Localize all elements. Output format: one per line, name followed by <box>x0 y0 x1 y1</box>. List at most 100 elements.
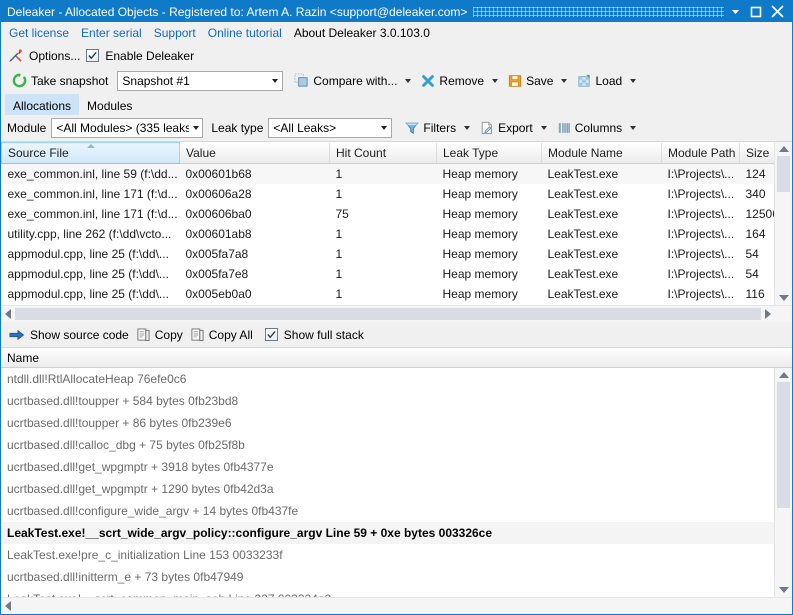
scroll-left-icon[interactable] <box>5 601 11 611</box>
tab-modules[interactable]: Modules <box>79 94 140 115</box>
scroll-right-icon[interactable] <box>765 309 771 319</box>
enter-serial-link[interactable]: Enter serial <box>81 26 142 40</box>
chevron-down-icon[interactable] <box>630 126 636 130</box>
table-row[interactable]: appmodul.cpp, line 25 (f:\dd\... 0x005eb… <box>2 284 775 304</box>
show-full-stack-checkbox[interactable] <box>265 328 278 341</box>
list-item[interactable]: ntdll.dll!RtlAllocateHeap 76efe0c6 <box>1 368 774 390</box>
cell-module-name: LeakTest.exe <box>542 284 662 304</box>
chevron-down-icon[interactable] <box>377 126 391 130</box>
sort-ascending-icon <box>87 144 95 148</box>
support-link[interactable]: Support <box>154 26 196 40</box>
grid-vertical-scrollbar[interactable] <box>774 142 792 305</box>
online-tutorial-link[interactable]: Online tutorial <box>208 26 282 40</box>
column-header-module-path-label: Module Path <box>668 146 735 160</box>
list-item[interactable]: LeakTest.exe!__scrt_common_main_seh Line… <box>1 588 774 597</box>
table-row[interactable]: exe_common.inl, line 171 (f:\d... 0x0060… <box>2 204 775 224</box>
leak-type-filter-select[interactable]: <All Leaks> <box>268 118 392 138</box>
tab-allocations[interactable]: Allocations <box>5 94 79 115</box>
stack-vscroll-track[interactable] <box>775 382 792 583</box>
copy-button[interactable]: Copy <box>135 326 189 344</box>
list-item[interactable]: ucrtbased.dll!initterm_e + 73 bytes 0fb4… <box>1 566 774 588</box>
columns-button[interactable]: Columns <box>552 119 641 137</box>
stack-body-row: ntdll.dll!RtlAllocateHeap 76efe0c6 ucrtb… <box>1 368 792 597</box>
column-header-hit-count[interactable]: Hit Count <box>330 143 437 164</box>
scroll-up-icon[interactable] <box>779 372 789 378</box>
stack-horizontal-scrollbar[interactable] <box>1 597 792 614</box>
show-source-code-button[interactable]: Show source code <box>7 326 135 344</box>
list-item[interactable]: ucrtbased.dll!toupper + 584 bytes 0fb23b… <box>1 390 774 412</box>
copy-all-button[interactable]: Copy All <box>189 326 259 344</box>
get-license-link[interactable]: Get license <box>9 26 69 40</box>
list-item[interactable]: ucrtbased.dll!configure_wide_argv + 14 b… <box>1 500 774 522</box>
table-row[interactable]: exe_common.inl, line 171 (f:\d... 0x0060… <box>2 184 775 204</box>
compare-with-button[interactable]: Compare with... <box>289 71 416 90</box>
cell-module-name: LeakTest.exe <box>542 264 662 284</box>
chevron-down-icon[interactable] <box>267 72 282 90</box>
save-button[interactable]: Save <box>503 72 572 90</box>
list-item[interactable]: ucrtbased.dll!toupper + 86 bytes 0fb239e… <box>1 412 774 434</box>
filters-button[interactable]: Filters <box>400 119 475 137</box>
scroll-down-icon[interactable] <box>779 295 789 301</box>
cell-hit-count: 1 <box>330 164 437 185</box>
list-item[interactable]: LeakTest.exe!pre_c_initialization Line 1… <box>1 544 774 566</box>
list-item-selected[interactable]: LeakTest.exe!__scrt_wide_argv_policy::co… <box>1 522 774 544</box>
allocations-grid: Source File Value Hit Count Leak Type Mo… <box>1 141 792 322</box>
table-row[interactable]: utility.cpp, line 262 (f:\dd\vcto... 0x0… <box>2 224 775 244</box>
grid-vscroll-track[interactable] <box>775 156 792 291</box>
snapshot-select[interactable]: Snapshot #1 <box>117 71 283 91</box>
chevron-down-icon[interactable] <box>541 126 547 130</box>
column-header-size[interactable]: Size <box>740 143 775 164</box>
load-button[interactable]: Load <box>572 72 641 90</box>
list-item[interactable]: ucrtbased.dll!get_wpgmptr + 3918 bytes 0… <box>1 456 774 478</box>
tab-allocations-label: Allocations <box>13 99 71 113</box>
cell-value: 0x00601ab8 <box>180 224 330 244</box>
column-header-value[interactable]: Value <box>180 143 330 164</box>
chevron-down-icon[interactable] <box>561 79 567 83</box>
filters-label: Filters <box>423 121 456 135</box>
column-header-leak-type-label: Leak Type <box>443 146 498 160</box>
take-snapshot-button[interactable]: Take snapshot <box>7 71 113 90</box>
copy-label: Copy <box>155 328 183 342</box>
maximize-icon[interactable] <box>750 6 762 18</box>
take-snapshot-label: Take snapshot <box>31 74 108 88</box>
wrench-icon <box>8 48 23 63</box>
stack-hscroll-track[interactable] <box>15 598 775 614</box>
module-filter-select[interactable]: <All Modules> (335 leaks) <box>51 118 203 138</box>
column-header-module-path[interactable]: Module Path <box>662 143 740 164</box>
chevron-down-icon[interactable] <box>464 126 470 130</box>
list-item[interactable]: ucrtbased.dll!get_wpgmptr + 1290 bytes 0… <box>1 478 774 500</box>
enable-deleaker-checkbox[interactable] <box>86 49 99 62</box>
column-header-source-file[interactable]: Source File <box>2 143 180 164</box>
stack-vscroll-thumb[interactable] <box>777 382 790 508</box>
table-row[interactable]: appmodul.cpp, line 25 (f:\dd\... 0x005fa… <box>2 244 775 264</box>
grid-horizontal-scrollbar[interactable] <box>1 305 792 322</box>
module-filter-label: Module <box>7 121 46 135</box>
stack-vertical-scrollbar[interactable] <box>774 368 792 597</box>
remove-button[interactable]: Remove <box>416 72 503 90</box>
grid-body-row: Source File Value Hit Count Leak Type Mo… <box>1 142 792 305</box>
options-button[interactable]: Options... <box>29 49 80 63</box>
export-button[interactable]: Export <box>475 119 552 137</box>
chevron-down-icon[interactable] <box>492 79 498 83</box>
table-row[interactable]: exe_common.inl, line 59 (f:\dd... 0x0060… <box>2 164 775 185</box>
tab-bar: Allocations Modules <box>1 94 792 115</box>
remove-icon <box>421 74 435 88</box>
column-header-module-name[interactable]: Module Name <box>542 143 662 164</box>
scroll-down-icon[interactable] <box>779 587 789 593</box>
chevron-down-icon[interactable] <box>189 126 202 130</box>
grid-vscroll-thumb[interactable] <box>777 156 790 192</box>
scroll-left-icon[interactable] <box>5 309 11 319</box>
grid-hscroll-track[interactable] <box>15 306 761 322</box>
stack-column-header[interactable]: Name <box>1 348 792 368</box>
minimize-icon[interactable] <box>730 6 741 17</box>
scroll-up-icon[interactable] <box>779 146 789 152</box>
column-header-leak-type[interactable]: Leak Type <box>437 143 542 164</box>
chevron-down-icon[interactable] <box>630 79 636 83</box>
close-icon[interactable] <box>771 5 784 18</box>
list-item[interactable]: ucrtbased.dll!calloc_dbg + 75 bytes 0fb2… <box>1 434 774 456</box>
leak-type-filter-value: <All Leaks> <box>269 121 377 135</box>
table-row[interactable]: appmodul.cpp, line 25 (f:\dd\... 0x005fa… <box>2 264 775 284</box>
cell-value: 0x005eb0a0 <box>180 284 330 304</box>
chevron-down-icon[interactable] <box>405 79 411 83</box>
grid-hscroll-thumb[interactable] <box>15 308 761 320</box>
